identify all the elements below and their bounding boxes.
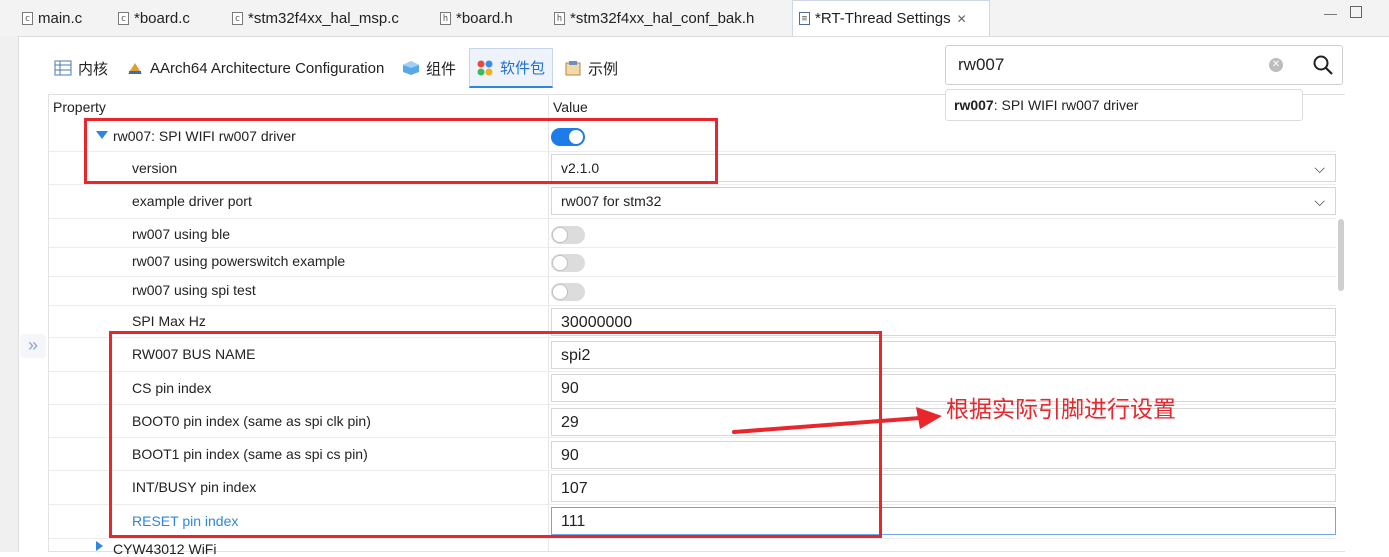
tab-kernel[interactable]: 内核 (54, 48, 108, 88)
c-file-icon: c (22, 11, 33, 25)
scrollbar[interactable] (1338, 219, 1344, 291)
tab-main-c[interactable]: c main.c (22, 0, 82, 36)
search-suggestion[interactable]: rw007: SPI WIFI rw007 driver (945, 89, 1303, 121)
annotation-arrow (732, 407, 942, 434)
tab-label: AArch64 Architecture Configuration (150, 59, 385, 77)
tab-label: *board.c (134, 9, 190, 27)
tab-label: 示例 (588, 60, 619, 78)
search-box: ✕ (945, 45, 1343, 85)
tab-components[interactable]: 组件 (402, 48, 456, 88)
toggle-knob (553, 228, 567, 242)
left-gutter (0, 36, 19, 552)
tab-label: *board.h (456, 9, 513, 27)
tab-label: main.c (38, 9, 83, 27)
tab-aarch64-config[interactable]: AArch64 Architecture Configuration (126, 48, 384, 88)
row-label: example driver port (132, 193, 252, 209)
row-label: rw007 using spi test (132, 282, 256, 298)
search-icon[interactable] (1312, 54, 1334, 76)
column-header-property: Property (53, 99, 106, 115)
expand-arrow-icon[interactable] (96, 541, 103, 551)
search-input[interactable] (958, 54, 1258, 76)
tab-stm32f4xx-hal-conf-bak-h[interactable]: h *stm32f4xx_hal_conf_bak.h (554, 0, 754, 36)
tab-board-c[interactable]: c *board.c (118, 0, 190, 36)
tab-board-h[interactable]: h *board.h (440, 0, 513, 36)
tab-label: *stm32f4xx_hal_msp.c (248, 9, 399, 27)
close-icon[interactable]: ✕ (957, 12, 967, 26)
clear-search-icon[interactable]: ✕ (1269, 58, 1283, 72)
tab-label: *stm32f4xx_hal_conf_bak.h (570, 9, 755, 27)
cube-icon (403, 61, 419, 75)
annotation-box-package (84, 118, 718, 184)
table-row[interactable] (49, 219, 1336, 248)
toggle-knob (553, 285, 567, 299)
toggle-knob (553, 256, 567, 270)
tab-packages[interactable]: 软件包 (469, 48, 553, 88)
tab-rt-thread-settings[interactable]: ≡ *RT-Thread Settings ✕ (792, 0, 990, 36)
column-header-value: Value (553, 99, 588, 115)
h-file-icon: h (554, 11, 565, 25)
maximize-icon[interactable] (1350, 6, 1362, 18)
c-file-icon: c (232, 11, 243, 25)
package-icon (477, 60, 493, 75)
chevron-down-icon: ⌵ (1314, 160, 1325, 176)
tab-examples[interactable]: 示例 (564, 48, 618, 88)
row-label: SPI Max Hz (132, 313, 206, 329)
powerswitch-toggle[interactable] (551, 254, 585, 272)
h-file-icon: h (440, 11, 451, 25)
tab-label: 软件包 (500, 60, 546, 77)
table-icon (54, 60, 72, 76)
chip-icon (128, 63, 142, 74)
tab-label: 内核 (78, 60, 109, 78)
tab-label: 组件 (426, 60, 457, 78)
driver-port-dropdown[interactable]: rw007 for stm32 ⌵ (551, 187, 1336, 215)
suggestion-rest: : SPI WIFI rw007 driver (993, 97, 1139, 113)
tab-label: *RT-Thread Settings (815, 10, 951, 27)
suggestion-match: rw007 (954, 97, 994, 113)
ble-toggle[interactable] (551, 226, 585, 244)
minimize-icon[interactable]: — (1324, 6, 1337, 21)
editor-tab-bar: c main.c c *board.c c *stm32f4xx_hal_msp… (0, 0, 1389, 37)
spi-test-toggle[interactable] (551, 283, 585, 301)
chevron-down-icon: ⌵ (1314, 193, 1325, 209)
c-file-icon: c (118, 11, 129, 25)
dropdown-value: rw007 for stm32 (561, 193, 662, 209)
next-package-name: CYW43012 WiFi (113, 541, 217, 557)
expand-panel-icon[interactable]: » (20, 334, 46, 358)
settings-file-icon: ≡ (799, 12, 810, 25)
row-label: rw007 using powerswitch example (132, 253, 346, 269)
annotation-text: 根据实际引脚进行设置 (946, 396, 1176, 422)
row-label: rw007 using ble (132, 226, 231, 242)
tab-stm32f4xx-hal-msp-c[interactable]: c *stm32f4xx_hal_msp.c (232, 0, 399, 36)
example-icon (565, 61, 581, 76)
